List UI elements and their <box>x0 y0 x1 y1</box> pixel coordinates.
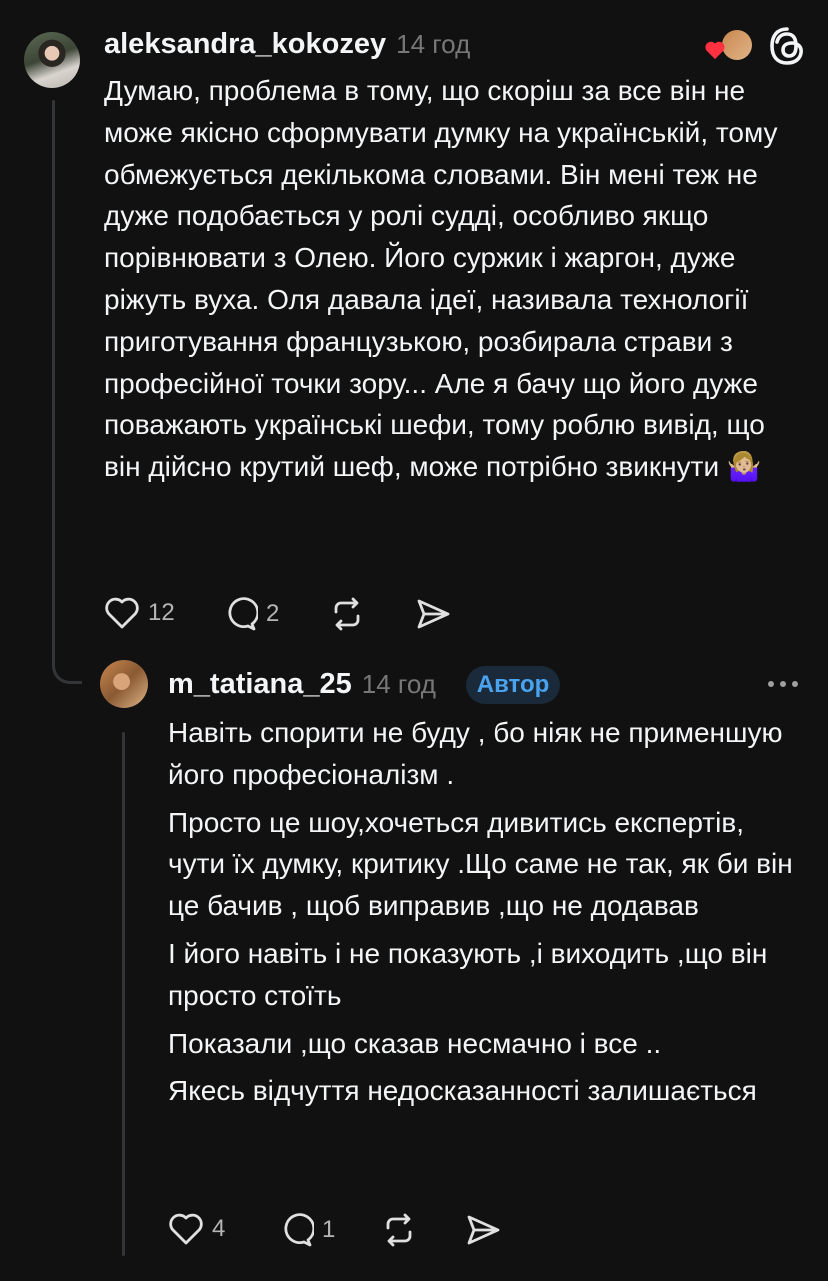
reply-username[interactable]: m_tatiana_25 <box>168 668 352 701</box>
reply-like-count: 4 <box>212 1215 226 1242</box>
timestamp: 14 год <box>396 29 471 59</box>
reply-reply-count: 1 <box>322 1216 336 1243</box>
reply-text: Навіть спорити не буду , бо ніяк не прим… <box>168 712 798 1112</box>
comment-text: Думаю, проблема в тому, що скоріш за все… <box>104 75 778 483</box>
comment-bubble-icon <box>228 597 258 631</box>
share-icon[interactable] <box>414 596 452 632</box>
thread-line <box>52 100 55 660</box>
reply-reply-button[interactable]: 1 <box>278 1212 335 1248</box>
reply-paragraph: Показали ,що сказав несмачно і все .. <box>168 1027 662 1059</box>
reply-avatar[interactable] <box>100 660 148 708</box>
repost-icon[interactable] <box>328 596 366 632</box>
reply-timestamp: 14 год <box>361 669 436 699</box>
reply-paragraph: І його навіть і не показують ,і виходить… <box>168 937 768 1011</box>
reply-like-button[interactable]: 4 <box>168 1212 225 1246</box>
reply-button[interactable]: 2 <box>222 596 279 632</box>
username[interactable]: aleksandra_kokozey <box>104 28 386 61</box>
reply-count: 2 <box>266 600 280 627</box>
avatar[interactable] <box>24 32 80 88</box>
repost-icon[interactable] <box>380 1212 418 1248</box>
thread-connector <box>52 640 82 684</box>
liked-by-avatar <box>722 30 752 60</box>
more-options-icon[interactable] <box>768 676 804 692</box>
reply-header: m_tatiana_25 14 год <box>168 668 436 701</box>
reply-thread-line <box>122 732 125 1256</box>
like-button[interactable]: 12 <box>104 596 175 630</box>
heart-icon <box>705 41 725 60</box>
reply-paragraph: Просто це шоу,хочеться дивитись експерті… <box>168 806 793 922</box>
like-count: 12 <box>148 599 175 626</box>
threads-logo-icon[interactable] <box>768 26 806 66</box>
comment-header: aleksandra_kokozey 14 год <box>104 28 470 61</box>
heart-outline-icon <box>169 1213 203 1245</box>
author-badge: Автор <box>466 666 560 704</box>
heart-outline-icon <box>105 597 139 629</box>
liked-by-author-icon <box>704 30 752 60</box>
reply-paragraph: Якесь відчуття недосказанності залишаєть… <box>168 1075 757 1107</box>
reply-paragraph: Навіть спорити не буду , бо ніяк не прим… <box>168 717 783 790</box>
share-icon[interactable] <box>464 1212 502 1248</box>
comment-bubble-icon <box>284 1213 314 1247</box>
